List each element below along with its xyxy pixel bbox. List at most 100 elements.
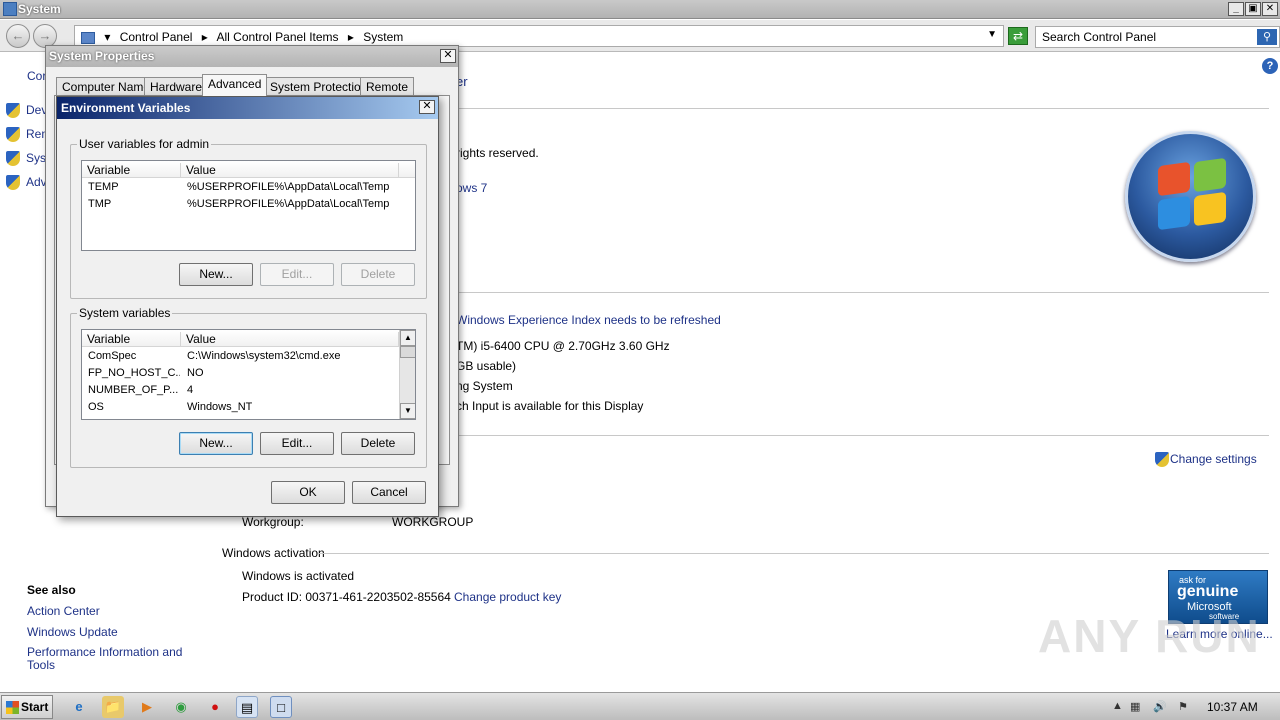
control-panel-home-link[interactable]: Cor bbox=[27, 69, 46, 83]
shield-icon bbox=[6, 151, 20, 167]
tab-remote[interactable]: Remote bbox=[360, 77, 415, 96]
table-row[interactable]: ComSpec C:\Windows\system32\cmd.exe bbox=[82, 348, 415, 365]
product-id: Product ID: 00371-461-2203502-85564 bbox=[242, 590, 451, 604]
network-icon[interactable]: ▦ bbox=[1130, 700, 1140, 713]
address-bar[interactable]: ▾ Control Panel ▸ All Control Panel Item… bbox=[74, 25, 1004, 47]
system-delete-button[interactable]: Delete bbox=[341, 432, 415, 455]
system-edit-button[interactable]: Edit... bbox=[260, 432, 334, 455]
crumb-all-items[interactable]: All Control Panel Items bbox=[216, 30, 338, 44]
tab-system-protection[interactable]: System Protection bbox=[264, 77, 374, 96]
action-center-link[interactable]: Action Center bbox=[27, 604, 100, 618]
system-properties-titlebar[interactable]: System Properties ✕ bbox=[46, 46, 458, 67]
file-explorer-icon[interactable]: 📁 bbox=[102, 696, 124, 718]
user-new-button[interactable]: New... bbox=[179, 263, 253, 286]
system-variables-label: System variables bbox=[79, 306, 171, 320]
sidebar-item-advanced-settings[interactable]: Adv bbox=[6, 175, 47, 191]
address-dropdown-icon[interactable]: ▼ bbox=[987, 29, 997, 40]
refresh-button[interactable]: ⇄ bbox=[1008, 27, 1028, 45]
windows-start-icon bbox=[6, 701, 19, 715]
volume-icon[interactable]: 🔊 bbox=[1153, 700, 1167, 713]
list-header: Variable Value bbox=[82, 330, 415, 347]
user-variables-label: User variables for admin bbox=[79, 137, 210, 151]
close-button[interactable]: ✕ bbox=[1262, 2, 1278, 16]
edition-text: ows 7 bbox=[456, 181, 488, 195]
workgroup-label: Workgroup: bbox=[242, 515, 304, 529]
table-row[interactable]: NUMBER_OF_P... 4 bbox=[82, 382, 415, 399]
sidebar-item-remote-settings[interactable]: Ren bbox=[6, 127, 48, 143]
table-row[interactable]: FP_NO_HOST_C... NO bbox=[82, 365, 415, 382]
start-button[interactable]: Start bbox=[1, 695, 53, 719]
shield-icon bbox=[6, 175, 20, 191]
search-box[interactable]: ⚲ bbox=[1035, 26, 1280, 48]
clock[interactable]: 10:37 AM bbox=[1207, 700, 1258, 714]
dialog-title: System Properties bbox=[49, 49, 155, 63]
opera-icon[interactable]: ● bbox=[204, 696, 226, 718]
system-new-button[interactable]: New... bbox=[179, 432, 253, 455]
sidebar-item-system-protection[interactable]: Sys bbox=[6, 151, 46, 167]
search-input[interactable] bbox=[1036, 27, 1251, 47]
tab-computer-name[interactable]: Computer Name bbox=[56, 77, 157, 96]
tab-advanced[interactable]: Advanced bbox=[202, 74, 268, 96]
breadcrumb: ▾ Control Panel ▸ All Control Panel Item… bbox=[81, 30, 409, 44]
user-variables-list[interactable]: Variable Value TEMP %USERPROFILE%\AppDat… bbox=[81, 160, 416, 251]
shield-icon bbox=[6, 127, 20, 143]
table-row[interactable]: TEMP %USERPROFILE%\AppData\Local\Temp bbox=[82, 179, 415, 196]
table-row[interactable]: OS Windows_NT bbox=[82, 399, 415, 416]
minimize-button[interactable]: _ bbox=[1228, 2, 1244, 16]
experience-index-link[interactable]: Windows Experience Index needs to be ref… bbox=[456, 313, 721, 327]
tab-hardware[interactable]: Hardware bbox=[144, 77, 209, 96]
shield-icon bbox=[6, 103, 20, 119]
help-icon[interactable]: ? bbox=[1262, 58, 1278, 74]
scroll-down-icon[interactable]: ▼ bbox=[400, 403, 415, 419]
close-icon[interactable]: ✕ bbox=[419, 100, 435, 114]
media-player-icon[interactable]: ▶ bbox=[136, 696, 158, 718]
user-edit-button[interactable]: Edit... bbox=[260, 263, 334, 286]
crumb-system[interactable]: System bbox=[363, 30, 403, 44]
performance-info-link[interactable]: Performance Information and Tools bbox=[27, 646, 187, 672]
environment-variables-dialog[interactable]: Environment Variables ✕ User variables f… bbox=[56, 96, 439, 517]
internet-explorer-icon[interactable]: e bbox=[68, 696, 90, 718]
list-header: Variable Value bbox=[82, 161, 415, 178]
change-product-key-link[interactable]: Change product key bbox=[454, 590, 561, 604]
system-type-value: ng System bbox=[456, 379, 513, 393]
close-icon[interactable]: ✕ bbox=[440, 49, 456, 63]
chrome-icon[interactable]: ◉ bbox=[170, 696, 192, 718]
window-titlebar[interactable]: System _ ▣ ✕ bbox=[0, 0, 1280, 19]
workgroup-value: WORKGROUP bbox=[392, 515, 474, 529]
show-hidden-icons-icon[interactable]: ▲ bbox=[1112, 700, 1123, 712]
table-row[interactable]: TMP %USERPROFILE%\AppData\Local\Temp bbox=[82, 196, 415, 213]
pen-touch-value: ch Input is available for this Display bbox=[456, 399, 644, 413]
watermark: ANY RUN bbox=[1038, 610, 1261, 662]
dialog-title: Environment Variables bbox=[61, 101, 191, 115]
column-value[interactable]: Value bbox=[181, 332, 399, 347]
environment-variables-titlebar[interactable]: Environment Variables ✕ bbox=[57, 97, 438, 119]
back-button[interactable]: ← bbox=[6, 24, 30, 48]
change-settings-link[interactable]: Change settings bbox=[1155, 452, 1257, 468]
sidebar-item-device-manager[interactable]: Dev bbox=[6, 103, 47, 119]
ok-button[interactable]: OK bbox=[271, 481, 345, 504]
ram-value: GB usable) bbox=[456, 359, 517, 373]
windows-logo bbox=[1125, 131, 1256, 262]
activation-status: Windows is activated bbox=[242, 569, 355, 583]
system-variables-scrollbar[interactable]: ▲ ▼ bbox=[399, 330, 415, 419]
search-icon[interactable]: ⚲ bbox=[1257, 29, 1277, 45]
column-variable[interactable]: Variable bbox=[82, 332, 181, 347]
column-variable[interactable]: Variable bbox=[82, 163, 181, 178]
system-properties-task-icon[interactable]: □ bbox=[270, 696, 292, 718]
user-delete-button[interactable]: Delete bbox=[341, 263, 415, 286]
scroll-thumb[interactable] bbox=[400, 346, 415, 358]
maximize-button[interactable]: ▣ bbox=[1245, 2, 1261, 16]
taskbar: Start e 📁 ▶ ◉ ● ▤ □ ▲ ▦ 🔊 ⚑ 10:37 AM bbox=[0, 692, 1280, 720]
windows-update-link[interactable]: Windows Update bbox=[27, 625, 118, 639]
column-value[interactable]: Value bbox=[181, 163, 399, 178]
activation-heading: Windows activation bbox=[222, 546, 325, 560]
shield-icon bbox=[1155, 452, 1169, 468]
system-variables-list[interactable]: Variable Value ComSpec C:\Windows\system… bbox=[81, 329, 416, 420]
window-title: System bbox=[18, 2, 61, 16]
crumb-control-panel[interactable]: Control Panel bbox=[120, 30, 193, 44]
control-panel-task-icon[interactable]: ▤ bbox=[236, 696, 258, 718]
system-app-icon bbox=[3, 2, 17, 16]
cancel-button[interactable]: Cancel bbox=[352, 481, 426, 504]
scroll-up-icon[interactable]: ▲ bbox=[400, 330, 415, 346]
action-center-flag-icon[interactable]: ⚑ bbox=[1178, 700, 1188, 713]
